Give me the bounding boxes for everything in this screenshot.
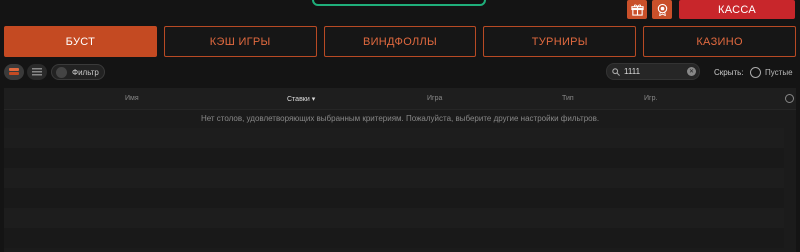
sort-down-icon: ▾ xyxy=(311,96,316,103)
filter-toolbar: Фильтр 1111 ✕ Скрыть: Пустые xyxy=(0,61,800,83)
top-bar: КАССА xyxy=(0,0,800,22)
filter-toggle[interactable]: Фильтр xyxy=(51,64,105,80)
tab-cash-games[interactable]: КЭШ ИГРЫ xyxy=(163,26,317,57)
clear-icon[interactable]: ✕ xyxy=(687,67,696,76)
table-row xyxy=(4,148,784,168)
toggle-knob xyxy=(56,66,67,78)
column-stakes[interactable]: Ставки ▾ xyxy=(287,95,315,103)
search-input[interactable]: 1111 ✕ xyxy=(606,63,700,80)
table-row xyxy=(4,128,784,148)
table-row xyxy=(4,228,784,248)
search-icon xyxy=(612,67,620,76)
filter-label: Фильтр xyxy=(72,67,99,77)
table-header: Имя Ставки ▾ Игра Тип Игр. xyxy=(4,88,796,110)
table-row xyxy=(4,168,784,188)
list-view-icon[interactable] xyxy=(27,64,47,80)
column-type[interactable]: Тип xyxy=(562,95,574,102)
tables-list: Имя Ставки ▾ Игра Тип Игр. Нет столов, у… xyxy=(4,88,796,252)
tab-casino[interactable]: КАЗИНО xyxy=(643,26,796,57)
tab-tournaments[interactable]: ТУРНИРЫ xyxy=(483,26,637,57)
column-stakes-label: Ставки xyxy=(287,96,310,103)
gift-icon[interactable] xyxy=(627,0,647,19)
search-value: 1111 xyxy=(624,67,641,76)
table-row xyxy=(4,188,784,208)
tab-windfalls[interactable]: ВИНДФОЛЛЫ xyxy=(323,26,477,57)
game-type-tabs: БУСТ КЭШ ИГРЫ ВИНДФОЛЛЫ ТУРНИРЫ КАЗИНО xyxy=(4,26,796,57)
column-game[interactable]: Игра xyxy=(427,95,442,102)
badge-icon[interactable] xyxy=(652,0,672,19)
column-settings-icon[interactable] xyxy=(785,94,794,103)
empty-label: Пустые xyxy=(765,68,793,77)
tab-boost[interactable]: БУСТ xyxy=(4,26,157,57)
grid-view-icon[interactable] xyxy=(4,64,24,80)
cashier-button[interactable]: КАССА xyxy=(679,0,795,19)
column-players[interactable]: Игр. xyxy=(644,95,657,102)
hide-label: Скрыть: xyxy=(714,68,744,77)
table-row xyxy=(4,208,784,228)
hide-empty-radio[interactable] xyxy=(750,67,761,78)
column-name[interactable]: Имя xyxy=(125,95,139,102)
empty-message: Нет столов, удовлетворяющих выбранным кр… xyxy=(200,114,600,123)
featured-banner-frame[interactable] xyxy=(312,0,486,6)
